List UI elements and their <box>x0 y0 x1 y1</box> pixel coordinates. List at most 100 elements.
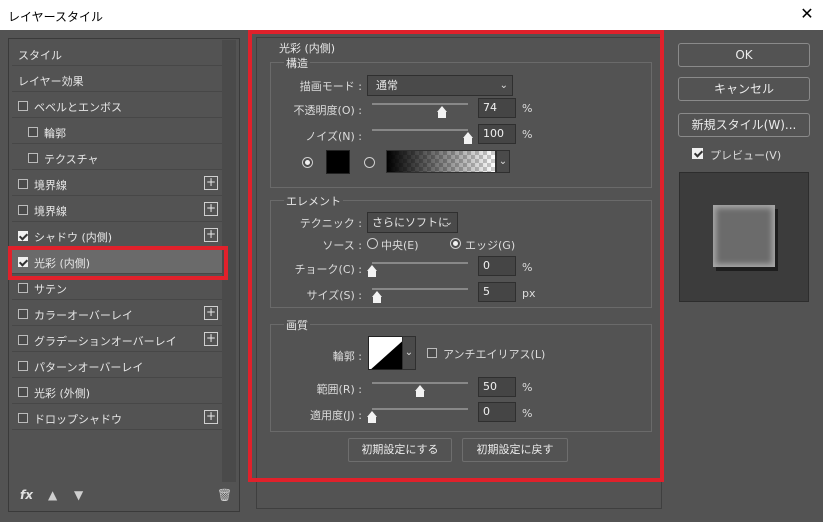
size-slider-thumb[interactable] <box>372 291 382 303</box>
gradient-dropdown[interactable]: ⌄ <box>496 150 510 173</box>
style-item-checkbox[interactable] <box>18 231 28 241</box>
close-icon[interactable]: ✕ <box>796 3 818 25</box>
style-item-label: 輪郭 <box>44 127 66 140</box>
opacity-slider-thumb[interactable] <box>437 106 447 118</box>
reset-default-button[interactable]: 初期設定に戻す <box>462 438 568 462</box>
noise-slider[interactable] <box>372 129 468 131</box>
antialias-label: アンチエイリアス(L) <box>443 348 546 361</box>
style-item-5[interactable]: 境界線 + <box>12 171 222 196</box>
style-item-12[interactable]: パターンオーバーレイ <box>12 353 222 378</box>
contour-label: 輪郭 : <box>332 350 362 363</box>
chevron-down-icon: ⌄ <box>499 80 508 91</box>
range-label: 範囲(R) : <box>316 383 362 396</box>
gradient-radio[interactable] <box>364 157 375 168</box>
style-item-checkbox[interactable] <box>18 205 28 215</box>
range-slider[interactable] <box>372 382 468 384</box>
range-unit: % <box>522 381 533 394</box>
style-item-checkbox[interactable] <box>18 309 28 319</box>
preview-label: プレビュー(V) <box>710 149 782 162</box>
jitter-input[interactable]: 0 <box>478 402 516 422</box>
style-item-checkbox[interactable] <box>28 127 38 137</box>
range-slider-thumb[interactable] <box>415 385 425 397</box>
title-bar: レイヤースタイル ✕ <box>0 0 823 30</box>
size-input[interactable]: 5 <box>478 282 516 302</box>
style-item-14[interactable]: ドロップシャドウ + <box>12 405 222 430</box>
choke-slider[interactable] <box>372 262 468 264</box>
opacity-input[interactable]: 74 <box>478 98 516 118</box>
size-unit: px <box>522 287 536 300</box>
glow-gradient-swatch[interactable] <box>386 150 496 173</box>
style-item-7[interactable]: シャドウ (内側) + <box>12 223 222 248</box>
jitter-slider[interactable] <box>372 408 468 410</box>
opacity-slider[interactable] <box>372 103 468 105</box>
style-item-label: サテン <box>34 283 67 296</box>
solid-color-radio[interactable] <box>302 157 313 168</box>
trash-icon[interactable]: 🗑 <box>217 488 232 502</box>
contour-preview[interactable] <box>368 336 406 370</box>
style-item-label: 境界線 <box>34 205 67 218</box>
antialias-checkbox[interactable] <box>427 348 437 358</box>
style-item-checkbox[interactable] <box>18 335 28 345</box>
style-item-1[interactable]: レイヤー効果 <box>12 67 222 92</box>
choke-input[interactable]: 0 <box>478 256 516 276</box>
choke-slider-thumb[interactable] <box>367 265 377 277</box>
style-item-checkbox[interactable] <box>18 413 28 423</box>
preview-checkbox[interactable] <box>692 148 703 159</box>
source-edge-radio[interactable] <box>450 238 461 249</box>
style-item-checkbox[interactable] <box>18 283 28 293</box>
size-slider[interactable] <box>372 288 468 290</box>
style-item-label: シャドウ (内側) <box>34 231 113 244</box>
style-item-3[interactable]: 輪郭 <box>12 119 222 144</box>
noise-slider-thumb[interactable] <box>463 132 473 144</box>
style-item-checkbox[interactable] <box>28 153 38 163</box>
style-item-10[interactable]: カラーオーバーレイ + <box>12 301 222 326</box>
technique-select[interactable]: さらにソフトに ⌄ <box>367 212 458 233</box>
noise-input[interactable]: 100 <box>478 124 516 144</box>
style-item-13[interactable]: 光彩 (外側) <box>12 379 222 404</box>
cancel-button[interactable]: キャンセル <box>678 77 810 101</box>
arrow-down-icon[interactable]: ▼ <box>74 488 83 502</box>
source-center-radio[interactable] <box>367 238 378 249</box>
add-effect-icon[interactable]: + <box>204 176 218 190</box>
style-item-0[interactable]: スタイル <box>12 41 222 66</box>
fx-button[interactable]: fx <box>20 488 33 502</box>
ok-button[interactable]: OK <box>678 43 810 67</box>
add-effect-icon[interactable]: + <box>204 202 218 216</box>
style-item-checkbox[interactable] <box>18 101 28 111</box>
style-item-label: テクスチャ <box>44 153 99 166</box>
style-item-label: カラーオーバーレイ <box>34 309 133 322</box>
style-item-6[interactable]: 境界線 + <box>12 197 222 222</box>
add-effect-icon[interactable]: + <box>204 228 218 242</box>
add-effect-icon[interactable]: + <box>204 410 218 424</box>
jitter-unit: % <box>522 407 533 420</box>
jitter-slider-thumb[interactable] <box>367 411 377 423</box>
style-item-checkbox[interactable] <box>18 387 28 397</box>
style-item-checkbox[interactable] <box>18 179 28 189</box>
style-item-label: スタイル <box>18 49 62 62</box>
opacity-label: 不透明度(O) : <box>293 104 362 117</box>
new-style-button[interactable]: 新規スタイル(W)... <box>678 113 810 137</box>
range-input[interactable]: 50 <box>478 377 516 397</box>
blend-mode-label: 描画モード : <box>299 80 362 93</box>
style-item-11[interactable]: グラデーションオーバーレイ + <box>12 327 222 352</box>
glow-color-swatch[interactable] <box>326 150 350 174</box>
size-label: サイズ(S) : <box>306 289 362 302</box>
jitter-label: 適用度(J) : <box>309 409 362 422</box>
style-item-label: 境界線 <box>34 179 67 192</box>
style-item-2[interactable]: ベベルとエンボス <box>12 93 222 118</box>
add-effect-icon[interactable]: + <box>204 332 218 346</box>
style-item-label: ドロップシャドウ <box>34 413 122 426</box>
source-center-label: 中央(E) <box>381 239 419 252</box>
contour-dropdown[interactable]: ⌄ <box>402 336 416 370</box>
make-default-button[interactable]: 初期設定にする <box>348 438 452 462</box>
noise-unit: % <box>522 128 533 141</box>
style-item-4[interactable]: テクスチャ <box>12 145 222 170</box>
style-item-label: グラデーションオーバーレイ <box>34 335 177 348</box>
arrow-up-icon[interactable]: ▲ <box>48 488 57 502</box>
style-item-checkbox[interactable] <box>18 361 28 371</box>
opacity-unit: % <box>522 102 533 115</box>
blend-mode-select[interactable]: 通常 ⌄ <box>367 75 513 96</box>
technique-value: さらにソフトに <box>372 216 449 229</box>
quality-legend: 画質 <box>284 317 310 333</box>
add-effect-icon[interactable]: + <box>204 306 218 320</box>
